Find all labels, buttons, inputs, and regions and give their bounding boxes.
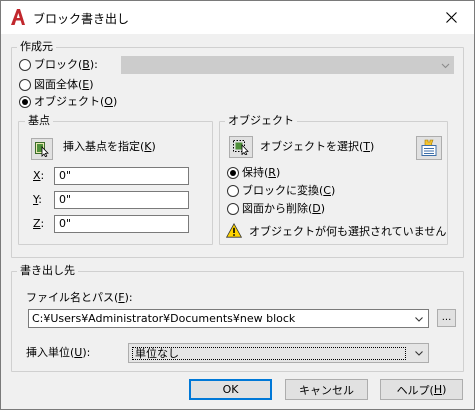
select-objects-label: オブジェクトを選択(T) (260, 140, 375, 153)
ok-button[interactable]: OK (189, 379, 272, 400)
x-label: X: (33, 169, 45, 182)
insert-units-value: 単位なし (132, 347, 406, 360)
radio-indicator (227, 185, 239, 197)
y-input[interactable]: 0" (54, 191, 189, 209)
warning-icon (226, 223, 242, 238)
objects-radio-retain[interactable]: 保持(R) (227, 166, 280, 180)
chevron-down-icon (441, 63, 450, 69)
no-objects-warning: オブジェクトが何も選択されていません (249, 225, 447, 238)
title-bar: ブロック書き出し (1, 1, 474, 34)
z-input[interactable]: 0" (54, 215, 189, 233)
radio-indicator (227, 167, 239, 179)
file-path-dropdown[interactable] (410, 310, 428, 327)
close-icon (445, 12, 457, 23)
wblock-dialog: ブロック書き出し 作成元 ブロック(B): 図面全体(E) オブジェクト(O) … (0, 0, 475, 410)
pick-point-button[interactable] (31, 138, 53, 160)
objects-radio-convert-to-block[interactable]: ブロックに変換(C) (227, 184, 335, 198)
quick-select-icon (421, 139, 437, 156)
help-button[interactable]: ヘルプ(H) (380, 379, 463, 400)
base-point-label: 基点 (25, 114, 53, 128)
y-label: Y: (33, 193, 42, 206)
block-name-select (121, 56, 454, 74)
z-label: Z: (33, 217, 45, 230)
radio-indicator (19, 59, 31, 71)
quick-select-button[interactable] (416, 136, 442, 160)
browse-button[interactable]: ... (437, 309, 456, 327)
window-title: ブロック書き出し (33, 12, 130, 26)
objects-group-label: オブジェクト (225, 114, 297, 128)
chevron-down-icon (415, 351, 423, 356)
radio-indicator (19, 79, 31, 91)
autocad-a-icon (11, 9, 25, 25)
source-radio-block[interactable]: ブロック(B): (19, 58, 98, 72)
insert-units-dropdown[interactable] (410, 344, 428, 362)
select-objects-icon (233, 140, 249, 155)
cancel-button[interactable]: キャンセル (285, 379, 368, 400)
file-path-label: ファイル名とパス(F): (26, 291, 133, 304)
pick-point-label: 挿入基点を指定(K) (63, 140, 156, 153)
file-path-combobox[interactable]: C:¥Users¥Administrator¥Documents¥new blo… (28, 309, 429, 328)
objects-radio-delete-from-drawing[interactable]: 図面から削除(D) (227, 202, 325, 216)
select-objects-button[interactable] (229, 136, 253, 158)
insert-units-label: 挿入単位(U): (26, 346, 91, 359)
x-input[interactable]: 0" (54, 167, 189, 185)
source-radio-objects[interactable]: オブジェクト(O) (19, 95, 117, 109)
source-radio-entire-drawing[interactable]: 図面全体(E) (19, 78, 94, 92)
insert-units-select[interactable]: 単位なし (128, 343, 429, 363)
pick-point-icon (35, 142, 49, 157)
close-button[interactable] (434, 5, 468, 30)
radio-indicator (227, 203, 239, 215)
radio-indicator (19, 96, 31, 108)
file-path-value: C:¥Users¥Administrator¥Documents¥new blo… (32, 312, 296, 325)
destination-group-label: 書き出し先 (17, 264, 78, 278)
chevron-down-icon (415, 316, 423, 322)
source-group-label: 作成元 (17, 40, 56, 54)
